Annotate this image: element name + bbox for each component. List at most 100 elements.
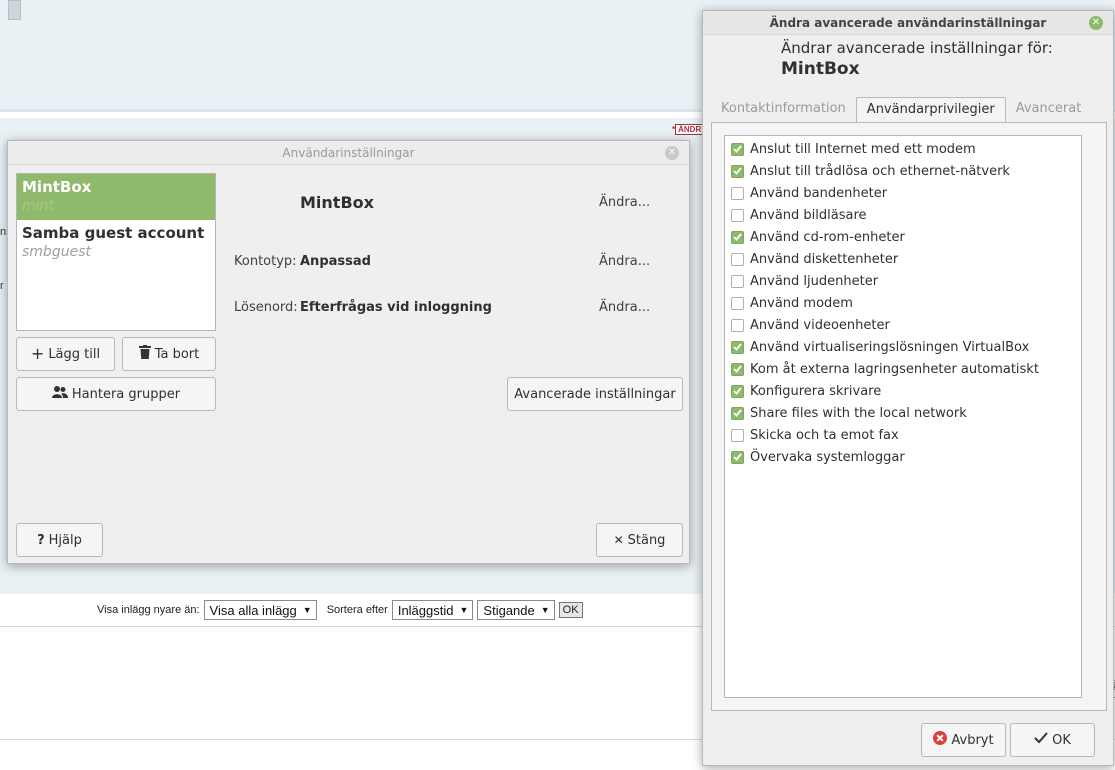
cancel-button[interactable]: Avbryt <box>921 723 1006 757</box>
privilege-item[interactable]: Använd ljudenheter <box>725 270 1081 292</box>
privilege-checkbox[interactable] <box>731 406 744 420</box>
privilege-checkbox[interactable] <box>731 450 744 464</box>
privilege-checkbox[interactable] <box>731 384 744 398</box>
dialog-title: Ändra avancerade användarinställningar <box>769 15 1047 30</box>
privilege-label: Använd virtualiseringslösningen VirtualB… <box>750 339 1030 355</box>
privilege-checkbox[interactable] <box>731 208 744 222</box>
edit-badge[interactable]: * ÄNDR <box>672 124 705 135</box>
privilege-item[interactable]: Använd bildläsare <box>725 204 1081 226</box>
privilege-item[interactable]: Använd diskettenheter <box>725 248 1081 270</box>
privilege-label: Använd videoenheter <box>750 317 890 333</box>
privilege-checkbox[interactable] <box>731 142 744 156</box>
privilege-label: Kom åt externa lagringsenheter automatis… <box>750 361 1039 377</box>
tab-contact-info[interactable]: Kontaktinformation <box>711 97 856 123</box>
account-type-label: Kontotyp: <box>234 254 297 269</box>
privilege-label: Använd diskettenheter <box>750 251 899 267</box>
tab-advanced[interactable]: Avancerat <box>1006 97 1092 123</box>
show-posts-select[interactable]: Visa alla inlägg ▼ <box>203 600 317 620</box>
privilege-item[interactable]: Använd modem <box>725 292 1081 314</box>
help-button[interactable]: ? Hjälp <box>16 523 103 557</box>
sort-order-select[interactable]: Stigande ▼ <box>477 600 555 620</box>
manage-groups-button[interactable]: Hantera grupper <box>16 377 216 411</box>
user-login: smbguest <box>22 244 91 260</box>
privilege-checkbox[interactable] <box>731 186 744 200</box>
scroll-strip <box>8 0 21 20</box>
privilege-label: Använd ljudenheter <box>750 273 879 289</box>
header-text: Ändrar avancerade inställningar för: <box>781 39 1053 57</box>
checkmark-icon <box>1034 732 1048 748</box>
users-icon <box>51 386 68 402</box>
privilege-checkbox[interactable] <box>731 318 744 332</box>
privilege-checkbox[interactable] <box>731 252 744 266</box>
dropdown-arrow-icon: ▼ <box>540 605 550 615</box>
privilege-label: Anslut till Internet med ett modem <box>750 141 976 157</box>
text-fragment: r <box>0 280 4 292</box>
privilege-checkbox[interactable] <box>731 296 744 310</box>
privilege-item[interactable]: Använd cd-rom-enheter <box>725 226 1081 248</box>
privilege-checkbox[interactable] <box>731 230 744 244</box>
password-value: Efterfrågas vid inloggning <box>300 300 492 315</box>
privileges-list: Anslut till Internet med ett modem Anslut… <box>724 135 1082 698</box>
trash-icon <box>138 345 151 363</box>
privilege-item[interactable]: Anslut till trådlösa och ethernet-nätver… <box>725 160 1081 182</box>
change-password-button[interactable]: Ändra... <box>599 300 650 315</box>
privilege-checkbox[interactable] <box>731 164 744 178</box>
dropdown-arrow-icon: ▼ <box>459 605 469 615</box>
privilege-checkbox[interactable] <box>731 274 744 288</box>
privileges-panel: Anslut till Internet med ett modem Anslut… <box>711 122 1107 711</box>
privilege-item[interactable]: Konfigurera skrivare <box>725 380 1081 402</box>
privilege-checkbox[interactable] <box>731 362 744 376</box>
selected-user-name: MintBox <box>300 193 374 212</box>
privilege-item[interactable]: Använd videoenheter <box>725 314 1081 336</box>
user-login: mint <box>22 198 54 214</box>
user-list-item[interactable]: MintBox mint <box>17 174 215 220</box>
user-list-item[interactable]: Samba guest account smbguest <box>17 220 215 266</box>
privilege-item[interactable]: Använd virtualiseringslösningen VirtualB… <box>725 336 1081 358</box>
privilege-item[interactable]: Använd bandenheter <box>725 182 1081 204</box>
advanced-settings-button[interactable]: Avancerade inställningar <box>507 377 683 411</box>
close-button[interactable]: ✕ Stäng <box>596 523 683 557</box>
privilege-checkbox[interactable] <box>731 340 744 354</box>
header-user: MintBox <box>781 59 860 79</box>
privilege-label: Share files with the local network <box>750 405 967 421</box>
change-account-type-button[interactable]: Ändra... <box>599 254 650 269</box>
password-label: Lösenord: <box>234 300 298 315</box>
add-user-button[interactable]: + Lägg till <box>16 337 115 371</box>
privilege-item[interactable]: Kom åt externa lagringsenheter automatis… <box>725 358 1081 380</box>
user-name: Samba guest account <box>22 224 205 242</box>
change-name-button[interactable]: Ändra... <box>599 195 650 210</box>
plus-icon: + <box>30 344 45 363</box>
window-title: Användarinställningar <box>282 145 415 160</box>
filter-ok-button[interactable]: OK <box>558 602 583 618</box>
privilege-label: Övervaka systemloggar <box>750 449 905 465</box>
privilege-label: Konfigurera skrivare <box>750 383 882 399</box>
close-icon[interactable]: ✕ <box>665 146 679 160</box>
ok-button[interactable]: OK <box>1010 723 1095 757</box>
privilege-item[interactable]: Anslut till Internet med ett modem <box>725 138 1081 160</box>
user-settings-window: Användarinställningar ✕ MintBox mint Sam… <box>7 140 690 564</box>
close-icon: ✕ <box>613 533 624 547</box>
dialog-header: Ändrar avancerade inställningar för: Min… <box>781 39 1053 80</box>
post-filter-bar: Visa inlägg nyare än: Visa alla inlägg ▼ … <box>97 600 583 620</box>
privilege-item[interactable]: Share files with the local network <box>725 402 1081 424</box>
advanced-user-settings-dialog: Ändra avancerade användarinställningar ✕… <box>702 10 1114 766</box>
privilege-label: Använd bandenheter <box>750 185 888 201</box>
dropdown-arrow-icon: ▼ <box>302 605 312 615</box>
user-name: MintBox <box>22 178 92 196</box>
privilege-label: Anslut till trådlösa och ethernet-nätver… <box>750 163 1010 179</box>
sort-by-select[interactable]: Inläggstid ▼ <box>391 600 474 620</box>
privilege-label: Använd bildläsare <box>750 207 867 223</box>
window-titlebar[interactable]: Användarinställningar ✕ <box>8 141 689 165</box>
privilege-item[interactable]: Skicka och ta emot fax <box>725 424 1081 446</box>
privilege-item[interactable]: Övervaka systemloggar <box>725 446 1081 468</box>
help-icon: ? <box>37 532 45 548</box>
tab-bar: Kontaktinformation Användarprivilegier A… <box>711 97 1091 123</box>
privilege-label: Använd modem <box>750 295 853 311</box>
close-icon[interactable]: ✕ <box>1089 16 1103 30</box>
privilege-checkbox[interactable] <box>731 428 744 442</box>
dialog-titlebar[interactable]: Ändra avancerade användarinställningar ✕ <box>703 11 1113 35</box>
tab-user-privileges[interactable]: Användarprivilegier <box>855 97 1006 123</box>
user-list: MintBox mint Samba guest account smbgues… <box>16 173 216 331</box>
show-posts-label: Visa inlägg nyare än: <box>97 604 200 616</box>
remove-user-button[interactable]: Ta bort <box>122 337 216 371</box>
